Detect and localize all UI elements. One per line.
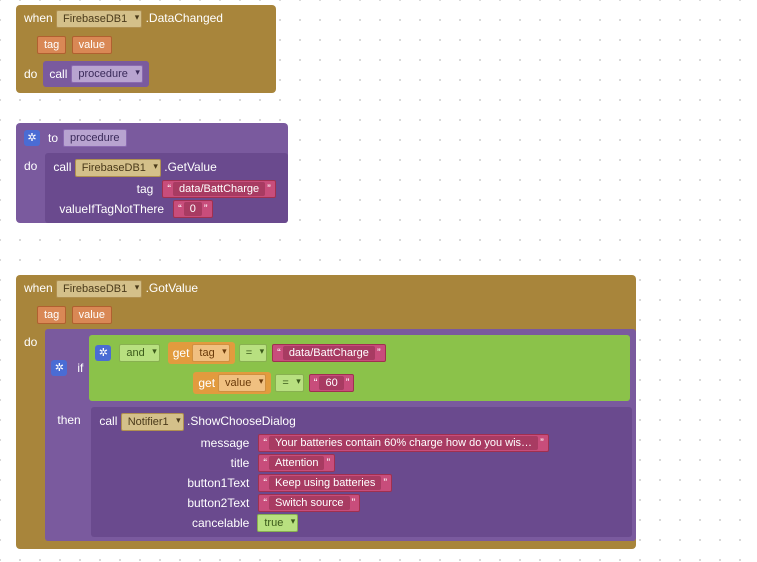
when-keyword: when <box>24 281 53 295</box>
compare-op-dropdown[interactable]: = <box>239 344 267 362</box>
string-value: 0 <box>184 202 202 216</box>
if-block[interactable]: ✲ if ✲ and get tag = “data/BattCharge” <box>45 329 636 541</box>
do-keyword: do <box>16 329 45 541</box>
string-value: 60 <box>319 376 343 390</box>
to-keyword: to <box>48 131 58 145</box>
param-value: value <box>72 306 112 324</box>
string-value: Your batteries contain 60% charge how do… <box>269 436 538 450</box>
then-keyword: then <box>49 407 91 537</box>
when-keyword: when <box>24 11 53 25</box>
string-literal[interactable]: “0” <box>173 200 212 218</box>
component-dropdown[interactable]: FirebaseDB1 <box>75 159 161 177</box>
string-value: Keep using batteries <box>269 476 381 490</box>
call-notifier-block[interactable]: call Notifier1 .ShowChooseDialog message… <box>91 407 632 537</box>
equals-block[interactable]: get value = “60” <box>189 370 359 396</box>
component-dropdown[interactable]: Notifier1 <box>121 413 184 431</box>
string-literal[interactable]: “data/BattCharge” <box>272 344 385 362</box>
method-name: .ShowChooseDialog <box>187 414 296 428</box>
component-dropdown[interactable]: FirebaseDB1 <box>56 280 142 298</box>
procedure-definition-block[interactable]: ✲ to procedure do call FirebaseDB1 .GetV… <box>16 123 288 223</box>
param-tag: tag <box>37 306 66 324</box>
gear-icon[interactable]: ✲ <box>24 130 40 146</box>
do-keyword: do <box>16 153 45 223</box>
procedure-name[interactable]: procedure <box>63 129 127 147</box>
string-literal[interactable]: “data/BattCharge” <box>162 180 275 198</box>
get-keyword: get <box>173 346 190 360</box>
slot-label-button2: button2Text <box>97 493 257 513</box>
gear-icon[interactable]: ✲ <box>51 360 67 376</box>
var-dropdown[interactable]: value <box>218 374 266 392</box>
slot-label-tag: tag <box>51 179 161 199</box>
and-block[interactable]: ✲ and get tag = “data/BattCharge” <box>89 335 630 401</box>
event-block-got-value[interactable]: when FirebaseDB1 .GotValue tag value do … <box>16 275 636 549</box>
string-value: Attention <box>269 456 324 470</box>
procedure-dropdown[interactable]: procedure <box>71 65 143 83</box>
compare-op-dropdown[interactable]: = <box>275 374 303 392</box>
call-keyword: call <box>49 67 67 81</box>
param-tag: tag <box>37 36 66 54</box>
string-literal[interactable]: “60” <box>309 374 355 392</box>
do-keyword: do <box>24 67 37 81</box>
call-keyword: call <box>99 414 117 428</box>
gear-icon[interactable]: ✲ <box>95 345 111 361</box>
event-block-data-changed[interactable]: when FirebaseDB1 .DataChanged tag value … <box>16 5 276 93</box>
string-value: data/BattCharge <box>283 346 375 360</box>
equals-block[interactable]: get tag = “data/BattCharge” <box>164 340 391 366</box>
get-var-block[interactable]: get value <box>193 372 271 394</box>
get-keyword: get <box>198 376 215 390</box>
call-procedure-block[interactable]: call procedure <box>43 61 149 87</box>
slot-label-button1: button1Text <box>97 473 257 493</box>
slot-label-title: title <box>97 453 257 473</box>
string-literal[interactable]: “Attention” <box>258 454 335 472</box>
string-literal[interactable]: “Your batteries contain 60% charge how d… <box>258 434 548 452</box>
event-name: .GotValue <box>146 281 198 295</box>
call-getvalue-block[interactable]: call FirebaseDB1 .GetValue tag “data/Bat… <box>45 153 288 223</box>
component-dropdown[interactable]: FirebaseDB1 <box>56 10 142 28</box>
string-value: data/BattCharge <box>173 182 265 196</box>
string-literal[interactable]: “Switch source” <box>258 494 360 512</box>
slot-label-default: valueIfTagNotThere <box>51 199 172 219</box>
if-keyword: if <box>77 361 83 375</box>
param-value: value <box>72 36 112 54</box>
event-name: .DataChanged <box>146 11 223 25</box>
string-literal[interactable]: “Keep using batteries” <box>258 474 392 492</box>
get-var-block[interactable]: get tag <box>168 342 235 364</box>
slot-label-message: message <box>97 433 257 453</box>
var-dropdown[interactable]: tag <box>192 344 229 362</box>
string-value: Switch source <box>269 496 349 510</box>
slot-label-cancelable: cancelable <box>97 513 257 533</box>
method-name: .GetValue <box>164 160 216 174</box>
boolean-dropdown[interactable]: true <box>257 514 298 532</box>
call-keyword: call <box>53 160 71 174</box>
logic-op-dropdown[interactable]: and <box>119 344 159 362</box>
